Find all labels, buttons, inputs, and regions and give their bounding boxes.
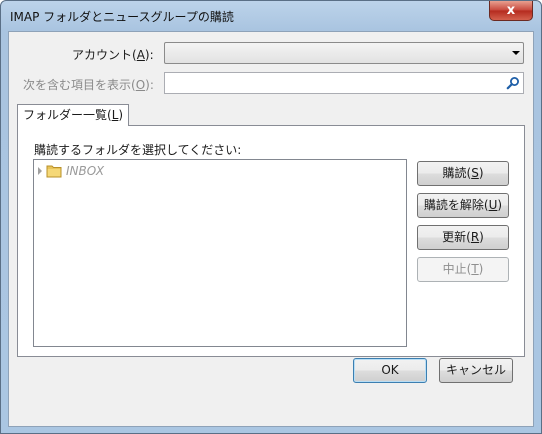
account-label: アカウント(A): bbox=[72, 48, 154, 62]
filter-label: 次を含む項目を表示(O): bbox=[23, 78, 154, 92]
close-button[interactable]: x bbox=[489, 1, 533, 21]
refresh-button[interactable]: 更新(R) bbox=[417, 225, 509, 250]
expand-arrow-icon[interactable] bbox=[38, 167, 42, 175]
search-icon[interactable] bbox=[506, 76, 520, 90]
tree-item-label: INBOX bbox=[66, 164, 105, 178]
stop-button[interactable]: 中止(T) bbox=[417, 257, 509, 282]
title-bar[interactable]: IMAP フォルダとニュースグループの購読 bbox=[1, 1, 541, 31]
instruction-text: 購読するフォルダを選択してください: bbox=[34, 143, 242, 157]
subscribe-button[interactable]: 購読(S) bbox=[417, 161, 509, 186]
folder-icon bbox=[46, 165, 62, 178]
folder-list-panel: 購読するフォルダを選択してください: INBOX 購読(S) 購読を解除(U) … bbox=[17, 125, 525, 357]
unsubscribe-button[interactable]: 購読を解除(U) bbox=[417, 193, 509, 218]
close-icon: x bbox=[506, 3, 516, 18]
dialog-window: IMAP フォルダとニュースグループの購読 x アカウント(A): 次を含む項目… bbox=[0, 0, 542, 434]
filter-search-input[interactable] bbox=[164, 72, 524, 94]
tab-folder-list[interactable]: フォルダー一覧(L) bbox=[17, 104, 130, 126]
cancel-button[interactable]: キャンセル bbox=[439, 358, 513, 383]
window-title: IMAP フォルダとニュースグループの購読 bbox=[10, 10, 234, 24]
folder-tree[interactable]: INBOX bbox=[33, 159, 407, 347]
chevron-down-icon[interactable] bbox=[512, 51, 520, 55]
ok-button[interactable]: OK bbox=[353, 358, 427, 383]
account-dropdown[interactable] bbox=[164, 42, 524, 64]
